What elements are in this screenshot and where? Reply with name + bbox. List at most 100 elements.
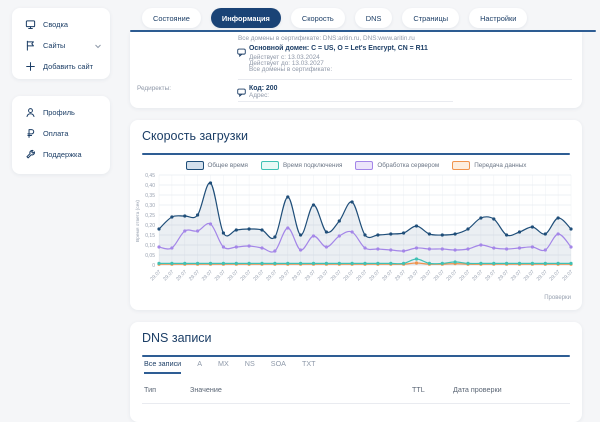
- svg-text:29.07: 29.07: [510, 269, 523, 282]
- svg-text:0,10: 0,10: [145, 243, 155, 249]
- legend-swatch: [186, 161, 204, 170]
- dashboard-icon: [25, 19, 36, 30]
- tab-dns[interactable]: DNS: [355, 8, 393, 28]
- sidebar-item-label: Поддержка: [43, 150, 82, 159]
- dns-tab-all[interactable]: Все записи: [144, 359, 181, 374]
- sidebar-item-label: Профиль: [43, 108, 75, 117]
- dns-tab-ns[interactable]: NS: [245, 359, 255, 372]
- dns-tab-soa[interactable]: SOA: [271, 359, 286, 372]
- flag-icon: [25, 40, 36, 51]
- svg-text:29.07: 29.07: [381, 269, 394, 282]
- legend-item-2[interactable]: Обработка сервером: [355, 161, 439, 170]
- load-speed-chart: 00,050,100,150,200,250,300,350,400,4529.…: [133, 173, 579, 305]
- dns-table-header-0: Тип: [144, 385, 190, 394]
- sidebar-card-0: Сводка Сайты Добавить сайт: [12, 8, 110, 79]
- svg-text:29.07: 29.07: [252, 269, 265, 282]
- page: Сводка Сайты Добавить сайт Профиль Оплата Под…: [0, 0, 600, 407]
- tab-state[interactable]: Состояние: [142, 8, 201, 28]
- chat-bubble-icon: [237, 84, 246, 102]
- sidebar-card-1: Профиль Оплата Поддержка: [12, 96, 110, 174]
- dns-tab-mx[interactable]: MX: [218, 359, 229, 372]
- tab-info[interactable]: Информация: [211, 8, 281, 28]
- dns-tab-a[interactable]: A: [197, 359, 202, 372]
- sidebar-item-label: Добавить сайт: [43, 62, 93, 71]
- legend-label: Время подключения: [283, 162, 342, 169]
- svg-text:29.07: 29.07: [433, 269, 446, 282]
- redirects-label: Редиректы:: [137, 85, 171, 92]
- svg-text:29.07: 29.07: [201, 269, 214, 282]
- svg-text:29.07: 29.07: [330, 269, 343, 282]
- section-divider: [142, 153, 570, 155]
- svg-text:29.07: 29.07: [471, 269, 484, 282]
- sidebar-item-summary[interactable]: Сводка: [12, 14, 110, 35]
- svg-text:29.07: 29.07: [317, 269, 330, 282]
- dns-records-card: DNS записи Все записиAMXNSSOATXT ТипЗнач…: [130, 322, 582, 422]
- tab-pages[interactable]: Страницы: [402, 8, 459, 28]
- dns-table-header-2: TTL: [412, 385, 453, 394]
- svg-text:0,20: 0,20: [145, 223, 155, 229]
- wrench-icon: [25, 149, 36, 160]
- svg-text:29.07: 29.07: [355, 269, 368, 282]
- svg-text:29.07: 29.07: [188, 269, 201, 282]
- sidebar-item-payment[interactable]: Оплата: [12, 123, 110, 144]
- sidebar-item-profile[interactable]: Профиль: [12, 102, 110, 123]
- chevron-down-icon[interactable]: [94, 42, 102, 50]
- svg-text:29.07: 29.07: [445, 269, 458, 282]
- tab-speed[interactable]: Скорость: [291, 8, 345, 28]
- legend-swatch: [261, 161, 279, 170]
- svg-text:29.07: 29.07: [497, 269, 510, 282]
- svg-text:29.07: 29.07: [394, 269, 407, 282]
- svg-text:0,30: 0,30: [145, 203, 155, 209]
- svg-text:29.07: 29.07: [175, 269, 188, 282]
- svg-text:29.07: 29.07: [484, 269, 497, 282]
- svg-text:29.07: 29.07: [304, 269, 317, 282]
- tab-settings[interactable]: Настройки: [469, 8, 527, 28]
- certificate-main-domain: Основной домен: C = US, O = Let's Encryp…: [249, 45, 428, 52]
- dns-table-header-row: ТипЗначениеTTLДата проверки: [144, 385, 502, 394]
- ruble-icon: [25, 128, 36, 139]
- section-divider: [142, 355, 570, 357]
- sidebar-item-label: Сводка: [43, 20, 68, 29]
- svg-text:29.07: 29.07: [239, 269, 252, 282]
- user-icon: [25, 107, 36, 118]
- svg-text:0,05: 0,05: [145, 253, 155, 259]
- dns-table-header-1: Значение: [190, 385, 412, 394]
- load-speed-card: Скорость загрузки Общее время Время подкл…: [130, 120, 582, 310]
- svg-text:29.07: 29.07: [458, 269, 471, 282]
- sidebar-item-label: Сайты: [43, 41, 65, 50]
- top-tabs: Состояние Информация Скорость DNS Страницы На…: [142, 8, 527, 28]
- dns-table-header-3: Дата проверки: [453, 385, 502, 394]
- legend-label: Передача данных: [474, 162, 526, 169]
- certificate-all-domains-label: Все домены в сертификате:: [249, 66, 332, 73]
- dns-tab-txt[interactable]: TXT: [302, 359, 316, 372]
- svg-text:29.07: 29.07: [523, 269, 536, 282]
- certificate-card: Все домены в сертификате: DNS:aritin.ru,…: [130, 32, 582, 108]
- svg-text:Проверки: Проверки: [544, 295, 571, 301]
- legend-item-1[interactable]: Время подключения: [261, 161, 342, 170]
- sidebar-item-label: Оплата: [43, 129, 68, 138]
- svg-text:0,45: 0,45: [145, 173, 155, 179]
- legend-item-0[interactable]: Общее время: [186, 161, 248, 170]
- plus-icon: [25, 61, 36, 72]
- load-speed-title: Скорость загрузки: [142, 129, 248, 143]
- svg-text:29.07: 29.07: [149, 269, 162, 282]
- dns-record-tabs: Все записи A MX NS SOA TXT: [144, 359, 316, 374]
- divider: [238, 101, 453, 102]
- sidebar-item-sites[interactable]: Сайты: [12, 35, 110, 56]
- svg-text:29.07: 29.07: [214, 269, 227, 282]
- svg-text:29.07: 29.07: [561, 269, 574, 282]
- redirect-address-label: Адрес:: [249, 92, 269, 99]
- legend-label: Обработка сервером: [377, 162, 439, 169]
- divider: [238, 79, 572, 80]
- svg-text:29.07: 29.07: [342, 269, 355, 282]
- legend-item-3[interactable]: Передача данных: [452, 161, 526, 170]
- svg-text:29.07: 29.07: [548, 269, 561, 282]
- divider: [142, 403, 570, 404]
- svg-text:29.07: 29.07: [265, 269, 278, 282]
- sidebar-item-support[interactable]: Поддержка: [12, 144, 110, 165]
- svg-text:29.07: 29.07: [291, 269, 304, 282]
- chart-legend: Общее время Время подключения Обработка се…: [142, 161, 570, 170]
- svg-text:0: 0: [152, 263, 155, 269]
- sidebar-item-add-site[interactable]: Добавить сайт: [12, 56, 110, 77]
- svg-text:0,40: 0,40: [145, 183, 155, 189]
